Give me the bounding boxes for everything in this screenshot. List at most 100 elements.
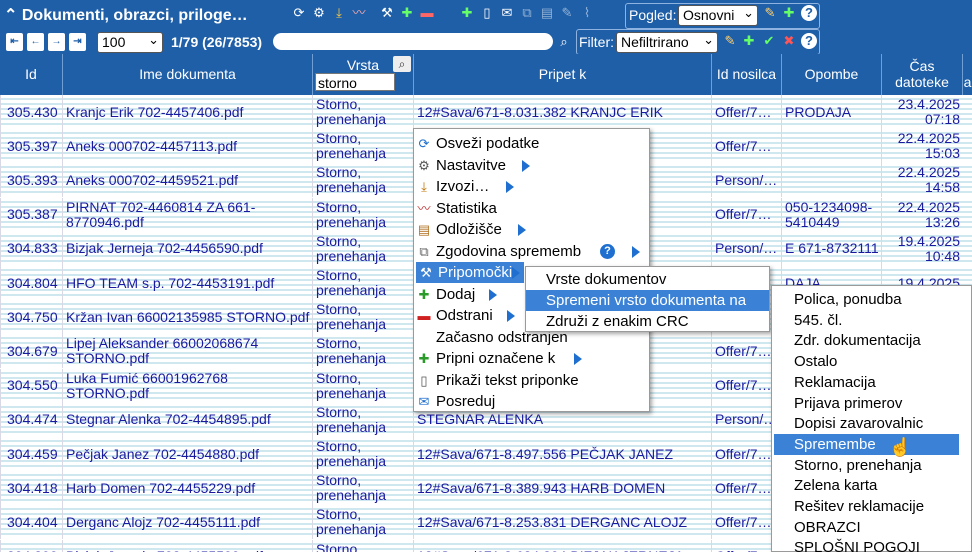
cell-vrsta[interactable]: Storno, prenehanja — [312, 197, 413, 232]
cell-vrsta[interactable]: Storno, prenehanja — [312, 231, 413, 266]
add-view-icon[interactable]: ✚ — [781, 5, 797, 21]
cell-id[interactable]: 304.833 — [0, 231, 62, 266]
document-type-item[interactable]: Zdr. dokumentacija — [774, 330, 959, 351]
export-icon[interactable]: ⤓ — [331, 5, 347, 21]
cell-opombe[interactable]: PRODAJA — [781, 95, 881, 129]
column-header-cas[interactable]: Čas datoteke — [881, 54, 962, 95]
collapse-icon[interactable]: ⌃ — [4, 7, 17, 24]
help-icon[interactable]: ? — [600, 243, 615, 259]
cell-id[interactable]: 305.393 — [0, 163, 62, 198]
context-menu-item[interactable]: ✚ Pripni označene k — [414, 348, 649, 369]
cell-cas[interactable]: 22.4.2025 15:03 — [881, 129, 962, 164]
cell-nosilec[interactable]: Offer/7… — [711, 129, 781, 164]
context-menu-item[interactable]: ⟳ Osveži podatke — [414, 133, 649, 154]
clear-filter-icon[interactable]: ✖ — [781, 33, 797, 49]
context-menu-item[interactable]: ⚒ Pripomočki — [416, 262, 524, 283]
cell-id[interactable]: 304.804 — [0, 266, 62, 300]
vrsta-filter-input[interactable]: storno — [315, 73, 395, 91]
search-icon[interactable]: ⌕ — [556, 34, 572, 50]
next-page-button[interactable]: → — [48, 33, 65, 51]
column-header-opombe[interactable]: Opombe — [781, 54, 881, 95]
cell-pripet[interactable]: 12#Sava/671-8.031.382 KRANJC ERIK — [413, 95, 711, 129]
cell-name[interactable]: PIRNAT 702-4460814 ZA 661-8770946.pdf — [62, 197, 312, 232]
cell-name[interactable]: Harb Domen 702-4455229.pdf — [62, 471, 312, 506]
document-type-item[interactable]: Zelena karta — [774, 475, 959, 496]
cell-cas[interactable]: 19.4.2025 10:48 — [881, 231, 962, 266]
cell-id[interactable]: 304.550 — [0, 368, 62, 403]
cell-opombe[interactable] — [781, 129, 881, 164]
edit-view-icon[interactable]: ✎ — [762, 5, 778, 21]
cell-name[interactable]: Lipej Aleksander 66002068674 STORNO.pdf — [62, 334, 312, 369]
page-size-select[interactable]: 100 — [97, 30, 163, 53]
column-header-nosilec[interactable]: Id nosilca — [711, 54, 781, 95]
cell-id[interactable]: 304.474 — [0, 402, 62, 437]
document-type-item[interactable]: Ostalo — [774, 351, 959, 372]
cell-id[interactable]: 305.387 — [0, 197, 62, 232]
column-header-id[interactable]: Id — [0, 54, 62, 95]
cell-vrsta[interactable]: Storno, prenehanja — [312, 95, 413, 129]
tools-menu-item[interactable]: Spremeni vrsto dokumenta na — [526, 290, 769, 311]
cell-name[interactable]: HFO TEAM s.p. 702-4453191.pdf — [62, 266, 312, 300]
cell-id[interactable]: 304.679 — [0, 334, 62, 369]
cell-vrsta[interactable]: Storno, prenehanja — [312, 402, 413, 437]
cell-vrsta[interactable]: Storno, prenehanja — [312, 539, 413, 552]
cell-opombe[interactable] — [781, 163, 881, 198]
cell-nosilec[interactable]: Offer/7… — [711, 197, 781, 232]
search-input[interactable] — [273, 33, 553, 50]
document-type-item[interactable]: Polica, ponudba — [774, 289, 959, 310]
forward-icon[interactable]: ✉ — [499, 5, 515, 21]
cell-name[interactable]: Kržan Ivan 66002135985 STORNO.pdf — [62, 300, 312, 335]
add-filter-icon[interactable]: ✚ — [741, 33, 757, 49]
cell-id[interactable]: 304.459 — [0, 437, 62, 471]
cell-pripet[interactable]: 12#Sava/671-8.497.556 PEČJAK JANEZ — [413, 437, 711, 471]
context-menu-item[interactable]: ⚙ Nastavitve — [414, 155, 649, 176]
table-row[interactable]: 305.430 Kranjc Erik 702-4457406.pdf Storno… — [0, 95, 972, 129]
cell-cas[interactable]: 22.4.2025 14:58 — [881, 163, 962, 198]
cell-id[interactable]: 304.390 — [0, 539, 62, 552]
cell-pripet[interactable]: 12#Sava/671-8.389.943 HARB DOMEN — [413, 471, 711, 506]
cell-id[interactable]: 305.397 — [0, 129, 62, 164]
document-type-item[interactable]: SPLOŠNI POGOJI — [774, 537, 959, 552]
document-type-item[interactable]: Dopisi zavarovalnic — [774, 413, 959, 434]
document-type-item[interactable]: 545. čl. — [774, 310, 959, 331]
edit-filter-icon[interactable]: ✎ — [722, 33, 738, 49]
cell-name[interactable]: Kranjc Erik 702-4457406.pdf — [62, 95, 312, 129]
column-header-extra[interactable]: a — [962, 54, 972, 95]
cell-pripet[interactable]: 12#Sava/671-8.253.831 DERGANC ALOJZ — [413, 505, 711, 540]
document-type-item[interactable]: Prijava primerov — [774, 393, 959, 414]
column-header-pripet[interactable]: Pripet k — [413, 54, 711, 95]
cell-name[interactable]: Aneks 000702-4459521.pdf — [62, 163, 312, 198]
cell-name[interactable]: Derganc Alojz 702-4455111.pdf — [62, 505, 312, 540]
document-type-item[interactable]: Reklamacija — [774, 372, 959, 393]
add-icon[interactable]: ✚ — [399, 5, 415, 21]
document-type-item[interactable]: OBRAZCI — [774, 517, 959, 538]
cell-pripet[interactable]: 12#Sava/671-8.684.894 BIZJAK JERNEJA — [413, 539, 711, 552]
cell-name[interactable]: Stegnar Alenka 702-4454895.pdf — [62, 402, 312, 437]
tools-menu-item[interactable]: Združi z enakim CRC — [526, 311, 769, 332]
first-page-button[interactable]: ⇤ — [6, 33, 23, 51]
cell-name[interactable]: Luka Fumić 66001962768 STORNO.pdf — [62, 368, 312, 403]
context-menu-item[interactable]: ▤ Odložišče — [414, 219, 649, 240]
apply-filter-icon[interactable]: ✔ — [761, 33, 777, 49]
document-type-item[interactable]: Rešitev reklamacije — [774, 496, 959, 517]
context-menu-item[interactable]: ⧉ Zgodovina sprememb? — [414, 241, 649, 262]
column-header-vrsta[interactable]: Vrsta storno ⌕ — [312, 54, 413, 95]
cell-id[interactable]: 305.430 — [0, 95, 62, 129]
context-menu-item[interactable]: ✉ Posreduj — [414, 391, 649, 412]
cell-vrsta[interactable]: Storno, prenehanja — [312, 505, 413, 540]
gear-icon[interactable]: ⚙ — [311, 5, 327, 21]
document-icon[interactable]: ▯ — [479, 5, 495, 21]
cell-nosilec[interactable]: Offer/7… — [711, 95, 781, 129]
copy-icon[interactable]: ⧉ — [519, 5, 535, 21]
cell-vrsta[interactable]: Storno, prenehanja — [312, 129, 413, 164]
filter-select[interactable]: Nefiltrirano — [616, 30, 718, 53]
cell-cas[interactable]: 23.4.2025 07:18 — [881, 95, 962, 129]
edit-icon[interactable]: ✎ — [559, 5, 575, 21]
cell-name[interactable]: Pečjak Janez 702-4454880.pdf — [62, 437, 312, 471]
last-page-button[interactable]: ⇥ — [69, 33, 86, 51]
cell-nosilec[interactable]: Person/… — [711, 231, 781, 266]
context-menu-item[interactable]: ▯ Prikaži tekst priponke — [414, 370, 649, 391]
cell-name[interactable]: Bizjak Jerneja 702-4456590.pdf — [62, 231, 312, 266]
attach-icon[interactable]: ⌇ — [579, 5, 595, 21]
remove-icon[interactable]: ▬ — [419, 5, 435, 21]
